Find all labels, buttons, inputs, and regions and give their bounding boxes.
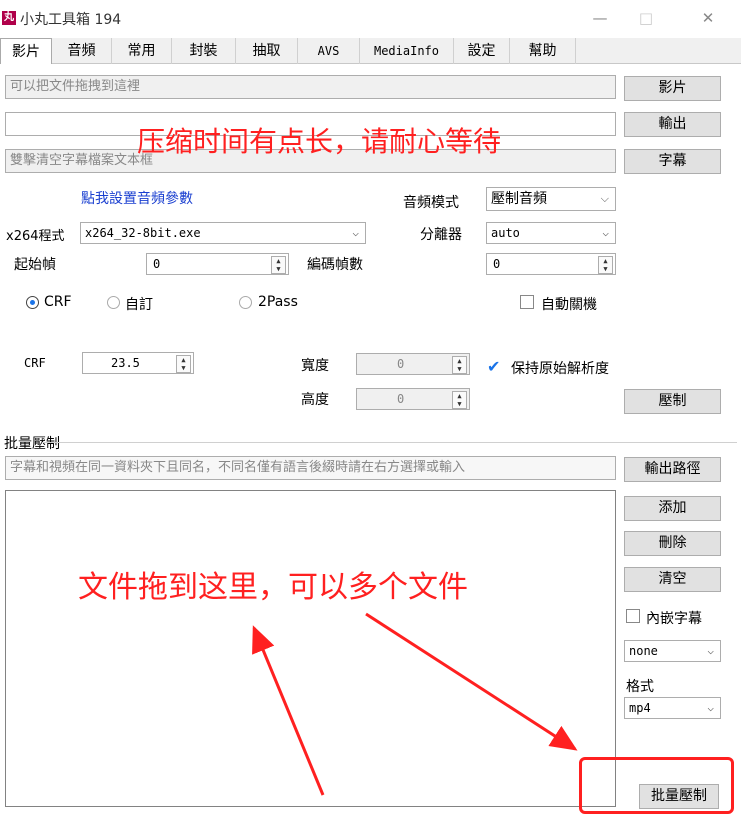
arrow-up-icon bbox=[252, 625, 325, 796]
annotation-arrows bbox=[252, 612, 578, 796]
arrow-right-icon bbox=[365, 612, 578, 751]
